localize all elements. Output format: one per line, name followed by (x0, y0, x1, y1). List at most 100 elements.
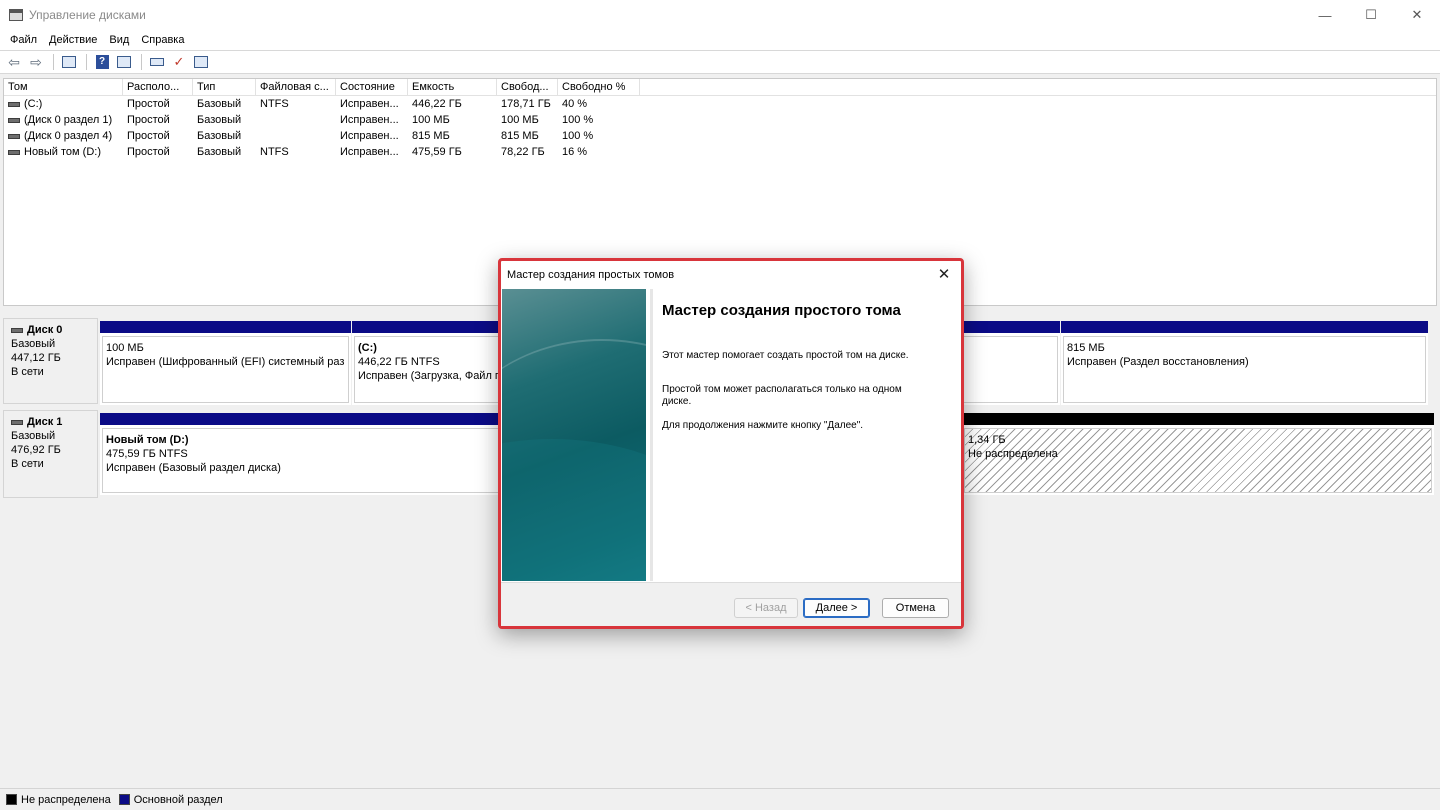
wizard-heading: Мастер создания простого тома (662, 302, 901, 319)
table-cell: 178,71 ГБ (501, 98, 551, 110)
volume-icon (8, 133, 20, 139)
table-cell (256, 112, 336, 128)
disk-status: В сети (11, 366, 44, 378)
table-cell: 446,22 ГБ (412, 98, 462, 110)
partition-size: 815 МБ (1067, 342, 1105, 354)
volume-name: (Диск 0 раздел 4) (24, 130, 113, 142)
next-button[interactable]: Далее > (803, 598, 870, 618)
disk-icon (11, 327, 23, 333)
partition-desc: Не распределена (968, 448, 1058, 460)
volume-name-cell: (Диск 0 раздел 4) (4, 128, 123, 144)
column-header[interactable]: Емкость (408, 79, 497, 95)
disk-icon (11, 419, 23, 425)
table-cell: 475,59 ГБ (412, 146, 462, 158)
wizard-text: Простой том может располагаться только н… (662, 384, 902, 407)
partition-body: 815 МБ Исправен (Раздел восстановления) (1063, 336, 1426, 403)
rescan-button[interactable] (147, 53, 167, 71)
volume-name-cell: (C:) (4, 96, 123, 112)
table-cell (256, 128, 336, 144)
table-cell: 40 % (562, 98, 588, 110)
column-header[interactable]: Тип (193, 79, 256, 95)
partition-size: 1,34 ГБ (968, 434, 1006, 446)
back-button[interactable]: < Назад (734, 598, 798, 618)
table-cell: NTFS (260, 146, 289, 158)
table-cell: Простой (127, 130, 170, 142)
table-cell: NTFS (260, 98, 289, 110)
table-cell: Простой (127, 98, 170, 110)
disk-type: Базовый (11, 338, 56, 350)
help-button[interactable]: ? (92, 53, 112, 71)
partition-body: 100 МБ Исправен (Шифрованный (EFI) систе… (102, 336, 349, 403)
partition-bar (1061, 321, 1428, 333)
cancel-button[interactable]: Отмена (882, 598, 949, 618)
dialog-title: Мастер создания простых томов (507, 269, 675, 281)
properties-icon (117, 56, 131, 68)
check-icon: ✓ (173, 54, 185, 69)
back-icon: ⇦ (8, 53, 20, 70)
column-header[interactable]: Располо... (123, 79, 193, 95)
wizard-text: Этот мастер помогает создать простой том… (662, 350, 909, 361)
table-cell: Исправен... (340, 130, 399, 142)
table-row[interactable]: (Диск 0 раздел 4) Простой Базовый Исправ… (4, 128, 1436, 144)
volume-name: (C:) (24, 98, 43, 110)
volume-list-header: Том Располо... Тип Файловая с... Состоян… (4, 79, 1436, 96)
table-cell: 78,22 ГБ (501, 146, 545, 158)
settings-icon (194, 56, 208, 68)
disk-0-label[interactable]: Диск 0 Базовый 447,12 ГБ В сети (3, 318, 98, 404)
properties-button[interactable] (114, 53, 134, 71)
partition-efi[interactable]: 100 МБ Исправен (Шифрованный (EFI) систе… (100, 321, 351, 405)
check-button[interactable]: ✓ (169, 53, 189, 71)
menu-file[interactable]: Файл (4, 34, 43, 46)
toolbar-separator (53, 54, 54, 70)
settings-button[interactable] (191, 53, 211, 71)
column-header[interactable]: Свобод... (497, 79, 558, 95)
maximize-button[interactable]: ☐ (1348, 0, 1394, 30)
disk-size: 447,12 ГБ (11, 352, 61, 364)
legend-swatch-unallocated (6, 794, 17, 805)
forward-icon: ⇨ (30, 53, 42, 70)
disk-management-icon (9, 9, 23, 21)
partition-recovery[interactable]: 815 МБ Исправен (Раздел восстановления) (1061, 321, 1428, 405)
menu-help[interactable]: Справка (135, 34, 190, 46)
partition-unallocated[interactable]: 1,34 ГБ Не распределена (962, 413, 1434, 495)
disk-1-label[interactable]: Диск 1 Базовый 476,92 ГБ В сети (3, 410, 98, 498)
dialog-close-button[interactable]: ✕ (933, 265, 955, 285)
table-cell: Базовый (197, 146, 242, 158)
back-button[interactable]: ⇦ (4, 53, 24, 71)
title-bar: Управление дисками — ☐ ✕ (0, 0, 1440, 30)
table-row[interactable]: Новый том (D:) Простой Базовый NTFS Испр… (4, 144, 1436, 160)
volume-icon (8, 149, 20, 155)
wizard-text: Для продолжения нажмите кнопку "Далее". (662, 420, 864, 431)
table-cell: Исправен... (340, 114, 399, 126)
table-row[interactable]: (C:) Простой Базовый NTFS Исправен... 44… (4, 96, 1436, 112)
legend-label: Не распределена (21, 793, 111, 806)
column-header[interactable]: Состояние (336, 79, 408, 95)
close-button[interactable]: ✕ (1394, 0, 1440, 30)
minimize-button[interactable]: — (1302, 0, 1348, 30)
partition-desc: Исправен (Шифрованный (EFI) системный ра… (106, 356, 345, 368)
column-header[interactable]: Файловая с... (256, 79, 336, 95)
table-cell: 100 МБ (501, 114, 539, 126)
volume-name-cell: Новый том (D:) (4, 144, 123, 160)
dialog-footer: < Назад Далее > Отмена (501, 582, 961, 626)
forward-button[interactable]: ⇨ (26, 53, 46, 71)
table-cell: 100 % (562, 130, 594, 142)
new-simple-volume-wizard-dialog: Мастер создания простых томов ✕ Мастер с… (498, 258, 964, 629)
console-tree-button[interactable] (59, 53, 79, 71)
volume-name: Новый том (D:) (24, 146, 101, 158)
table-cell: 815 МБ (501, 130, 539, 142)
table-cell: 815 МБ (412, 130, 450, 142)
disk-name: Диск 1 (27, 416, 63, 428)
rescan-icon (150, 58, 164, 66)
column-header[interactable]: Том (4, 79, 123, 95)
wizard-banner-image (502, 289, 646, 581)
table-cell: Исправен... (340, 98, 399, 110)
menu-view[interactable]: Вид (103, 34, 135, 46)
column-header[interactable]: Свободно % (558, 79, 640, 95)
menu-action[interactable]: Действие (43, 34, 103, 46)
table-row[interactable]: (Диск 0 раздел 1) Простой Базовый Исправ… (4, 112, 1436, 128)
table-cell: 100 % (562, 114, 594, 126)
disk-size: 476,92 ГБ (11, 444, 61, 456)
help-icon: ? (95, 55, 109, 69)
volume-name: (Диск 0 раздел 1) (24, 114, 113, 126)
